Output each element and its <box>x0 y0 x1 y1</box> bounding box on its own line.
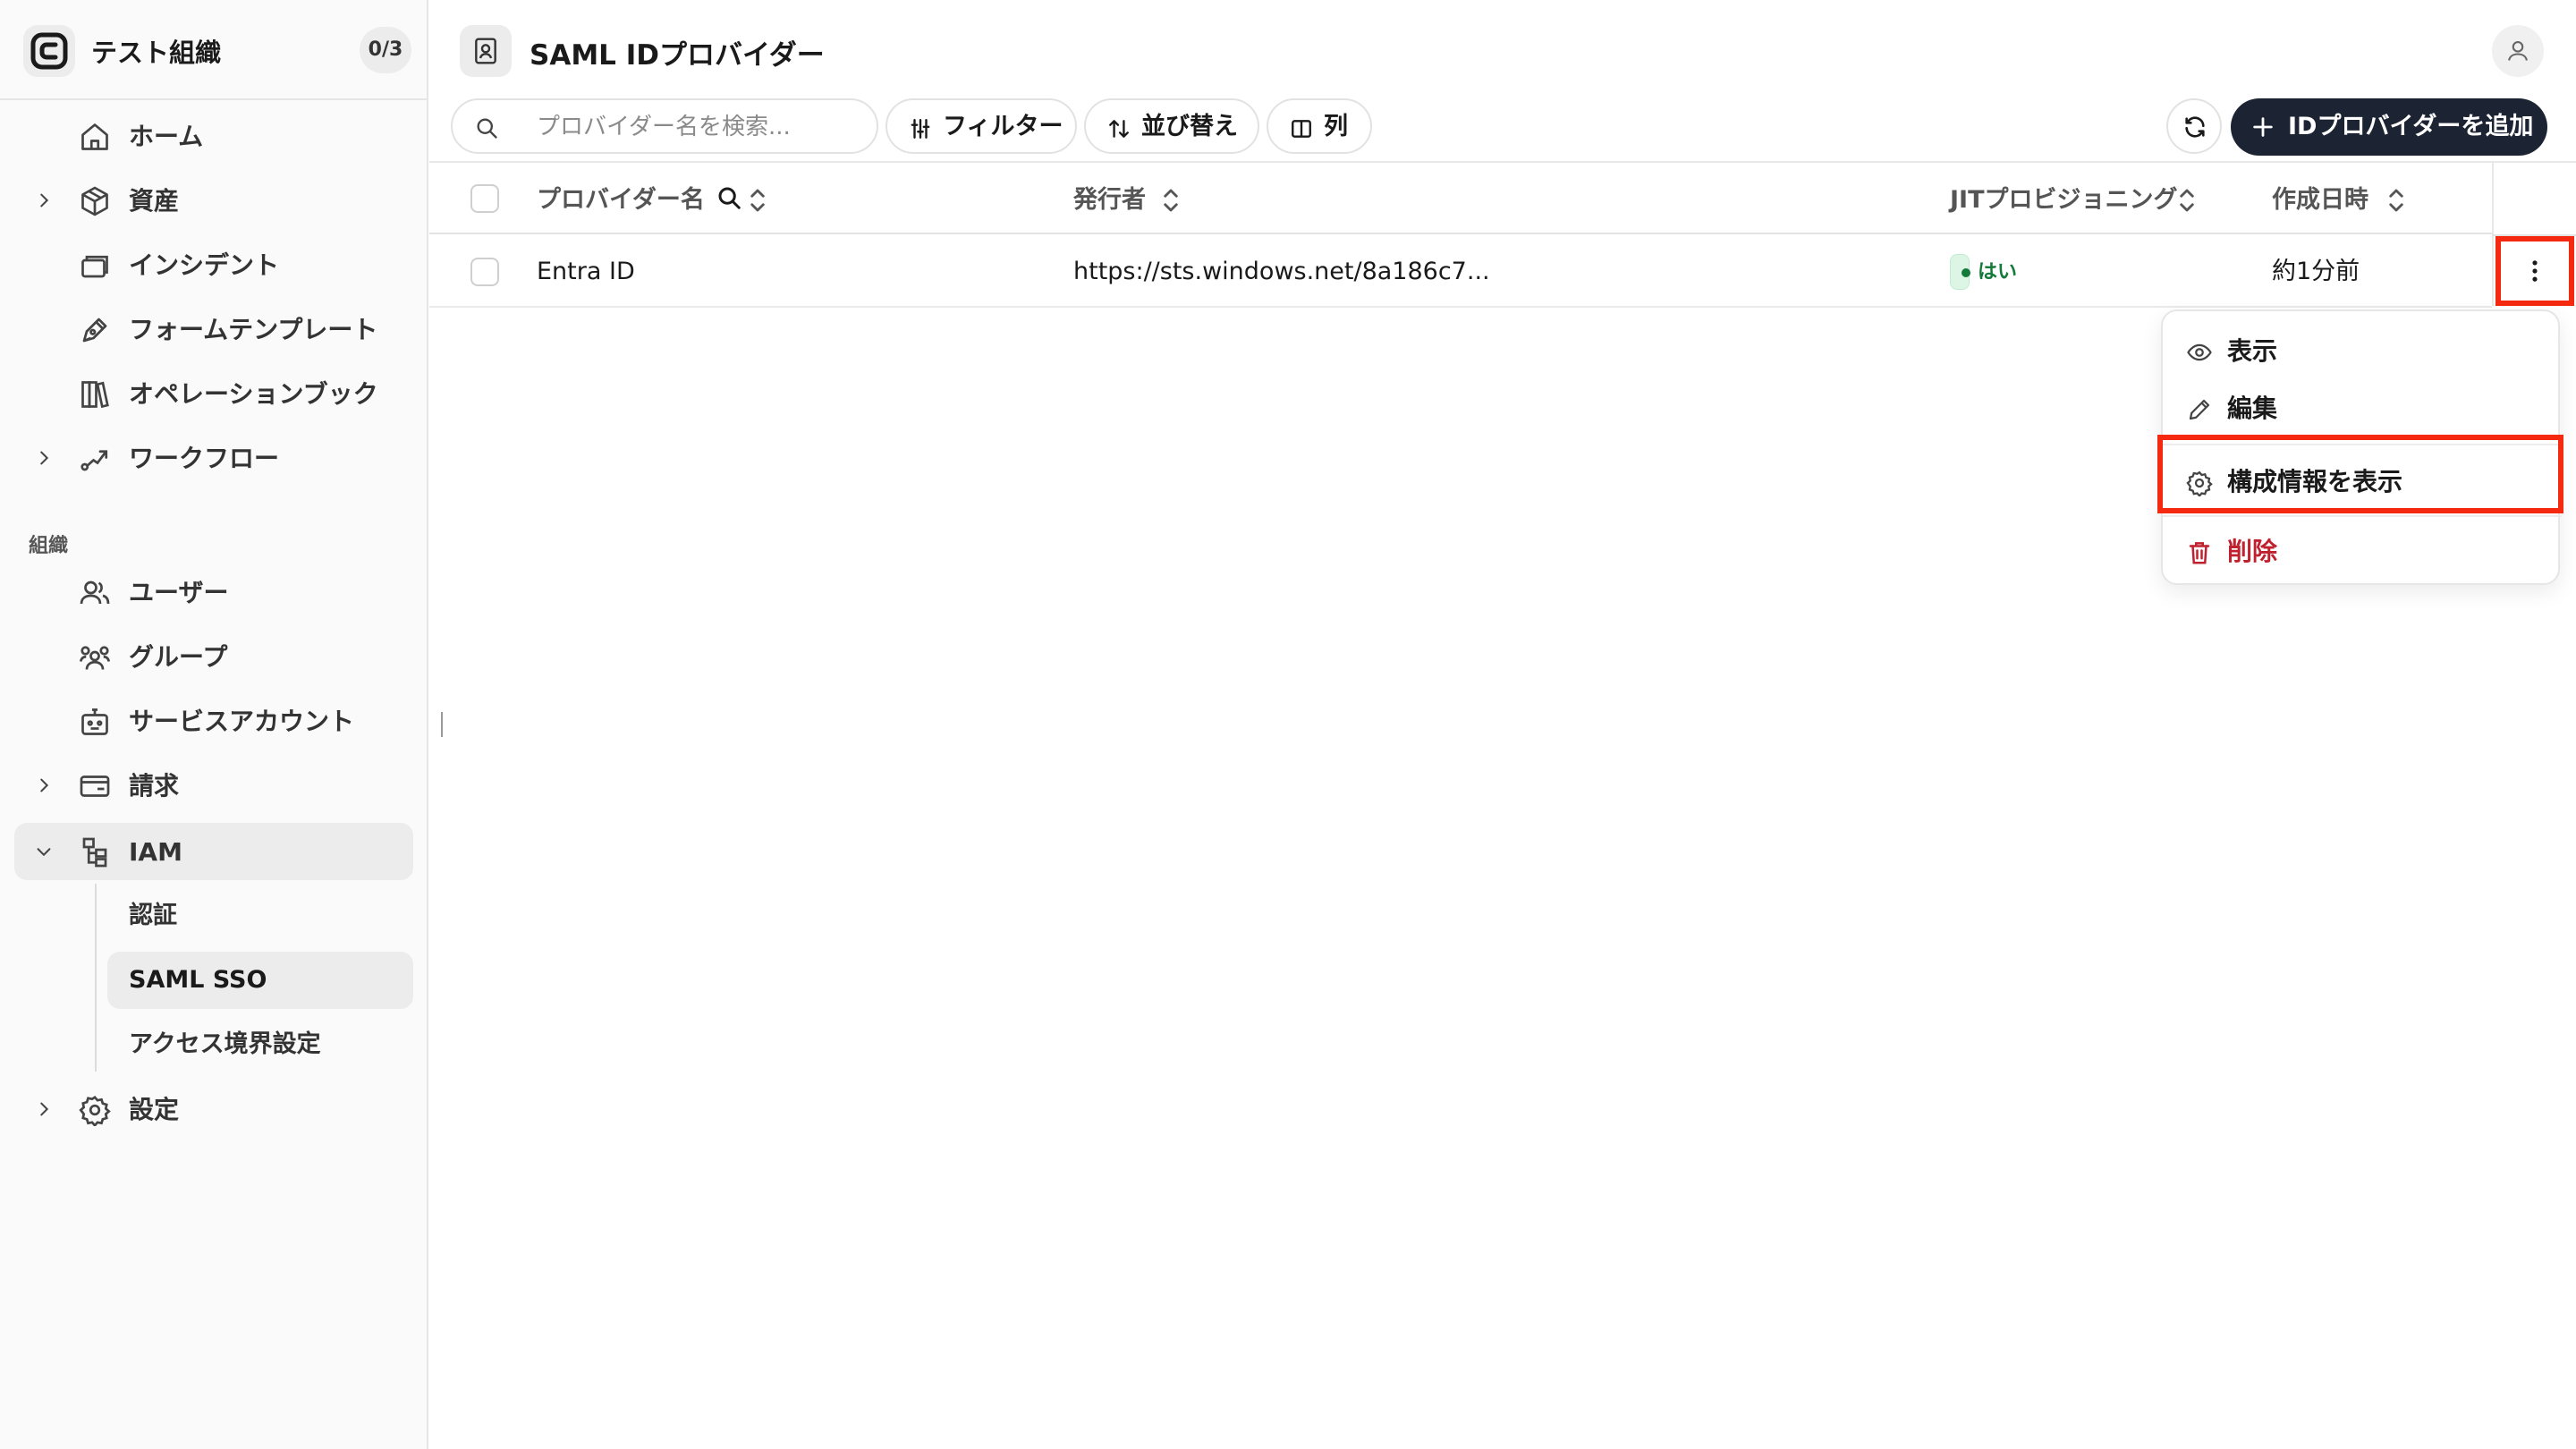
sidebar-item-groups[interactable]: グループ <box>0 628 428 685</box>
chevron-right-icon[interactable] <box>34 775 54 795</box>
org-name: テスト組織 <box>91 38 222 68</box>
sidebar-item-label: ユーザー <box>129 578 229 607</box>
chevron-right-icon[interactable] <box>34 1099 54 1119</box>
sidebar-item-incidents[interactable]: インシデント <box>0 236 428 293</box>
cube-icon <box>79 185 111 217</box>
gear-icon <box>79 1094 111 1126</box>
status-badge: はい <box>1950 254 2017 290</box>
row-actions-button[interactable] <box>2496 236 2574 306</box>
sort-chevrons-icon[interactable] <box>2177 186 2197 215</box>
cell-created-at: 約1分前 <box>2272 258 2360 285</box>
sidebar-subitem-saml-sso[interactable]: SAML SSO <box>107 952 413 1009</box>
menu-item-edit[interactable]: 編集 <box>2163 381 2562 436</box>
sidebar-item-form-templates[interactable]: フォームテンプレート <box>0 301 428 358</box>
sidebar-subitem-auth[interactable]: 認証 <box>107 887 413 945</box>
add-idp-button[interactable]: IDプロバイダーを追加 <box>2231 98 2547 156</box>
org-logo <box>23 25 75 77</box>
sidebar-item-billing[interactable]: 請求 <box>0 757 428 814</box>
column-search-icon[interactable] <box>716 184 742 211</box>
column-header-created[interactable]: 作成日時 <box>2272 184 2368 216</box>
menu-item-view[interactable]: 表示 <box>2163 324 2562 379</box>
sidebar-resize-handle[interactable] <box>441 712 443 737</box>
add-idp-label: IDプロバイダーを追加 <box>2288 113 2534 140</box>
sidebar-item-label: オペレーションブック <box>129 379 378 409</box>
filter-label: フィルター <box>943 113 1063 140</box>
sort-chevrons-icon[interactable] <box>1161 186 1181 215</box>
search-input[interactable] <box>537 111 859 143</box>
sidebar-item-users[interactable]: ユーザー <box>0 564 428 621</box>
sidebar-item-label: 設定 <box>129 1095 180 1124</box>
user-avatar[interactable] <box>2492 25 2544 77</box>
org-switcher[interactable]: テスト組織 0/3 <box>0 0 428 100</box>
sidebar-item-label: サービスアカウント <box>129 707 355 736</box>
books-icon <box>79 378 111 411</box>
columns-label: 列 <box>1324 113 1348 140</box>
menu-item-delete[interactable]: 削除 <box>2163 524 2562 580</box>
stack-icon <box>79 250 111 282</box>
contact-card-icon <box>460 25 512 77</box>
highlight-box <box>2157 435 2563 513</box>
sort-chevrons-icon[interactable] <box>748 186 767 215</box>
menu-item-label: 表示 <box>2227 336 2278 366</box>
workflow-icon <box>79 443 111 475</box>
chevron-down-icon[interactable] <box>34 842 54 861</box>
filter-button[interactable]: フィルター <box>886 98 1077 154</box>
group-icon <box>79 641 111 674</box>
sidebar-item-label: インシデント <box>129 250 280 280</box>
sort-chevrons-icon[interactable] <box>2386 186 2406 215</box>
sidebar-item-iam[interactable]: IAM <box>14 823 413 880</box>
sidebar-subitem-label: SAML SSO <box>129 966 267 994</box>
cell-provider-name: Entra ID <box>537 258 635 285</box>
sidebar: テスト組織 0/3 ホーム 資産 インシデント フォームテンプレート オペレーシ… <box>0 0 428 1449</box>
chevron-right-icon[interactable] <box>34 448 54 468</box>
sort-button[interactable]: 並び替え <box>1084 98 1259 154</box>
pen-icon <box>79 314 111 346</box>
sidebar-item-label: ワークフロー <box>129 444 280 473</box>
sidebar-item-label: IAM <box>129 837 182 867</box>
table-header: プロバイダー名 発行者 JITプロビジョニング 作成日時 <box>429 163 2492 234</box>
sidebar-section-label: 組織 <box>29 535 69 557</box>
status-dot <box>1962 268 1970 277</box>
sidebar-item-label: フォームテンプレート <box>129 315 378 344</box>
columns-button[interactable]: 列 <box>1267 98 1372 154</box>
cell-issuer: https://sts.windows.net/8a186c7... <box>1073 258 1490 285</box>
sidebar-item-settings[interactable]: 設定 <box>0 1080 428 1138</box>
submenu-guide-line <box>95 884 97 1072</box>
column-header-jit[interactable]: JITプロビジョニング <box>1950 184 2178 216</box>
sidebar-item-label: グループ <box>129 642 228 672</box>
sidebar-subitem-label: アクセス境界設定 <box>129 1030 321 1058</box>
sidebar-item-label: 資産 <box>129 186 180 216</box>
menu-item-label: 削除 <box>2227 537 2278 566</box>
sidebar-subitem-label: 認証 <box>129 902 177 929</box>
refresh-button[interactable] <box>2166 98 2222 154</box>
row-checkbox[interactable] <box>470 258 499 286</box>
search-box[interactable] <box>451 98 878 154</box>
sidebar-item-label: ホーム <box>129 122 204 151</box>
status-badge-label: はい <box>1978 261 2018 284</box>
tree-icon <box>79 836 111 869</box>
chevron-right-icon[interactable] <box>34 191 54 210</box>
sidebar-item-operation-books[interactable]: オペレーションブック <box>0 365 428 422</box>
page-title: SAML IDプロバイダー <box>530 39 825 72</box>
sidebar-item-home[interactable]: ホーム <box>0 107 428 165</box>
sidebar-item-assets[interactable]: 資産 <box>0 172 428 229</box>
select-all-checkbox[interactable] <box>470 184 499 213</box>
org-count-badge: 0/3 <box>360 27 411 73</box>
robot-icon <box>79 706 111 738</box>
column-header-issuer[interactable]: 発行者 <box>1073 184 1146 216</box>
menu-item-label: 編集 <box>2227 394 2278 423</box>
menu-divider <box>2163 515 2562 517</box>
users-icon <box>79 577 111 609</box>
home-icon <box>79 121 111 153</box>
sidebar-subitem-access-boundary[interactable]: アクセス境界設定 <box>107 1016 413 1073</box>
sidebar-item-label: 請求 <box>129 771 180 801</box>
sidebar-item-service-accounts[interactable]: サービスアカウント <box>0 692 428 750</box>
sidebar-item-workflow[interactable]: ワークフロー <box>0 429 428 487</box>
sort-label: 並び替え <box>1141 113 1238 140</box>
wallet-icon <box>79 770 111 802</box>
column-header-name[interactable]: プロバイダー名 <box>537 184 705 216</box>
table-row[interactable]: Entra ID https://sts.windows.net/8a186c7… <box>429 236 2492 308</box>
